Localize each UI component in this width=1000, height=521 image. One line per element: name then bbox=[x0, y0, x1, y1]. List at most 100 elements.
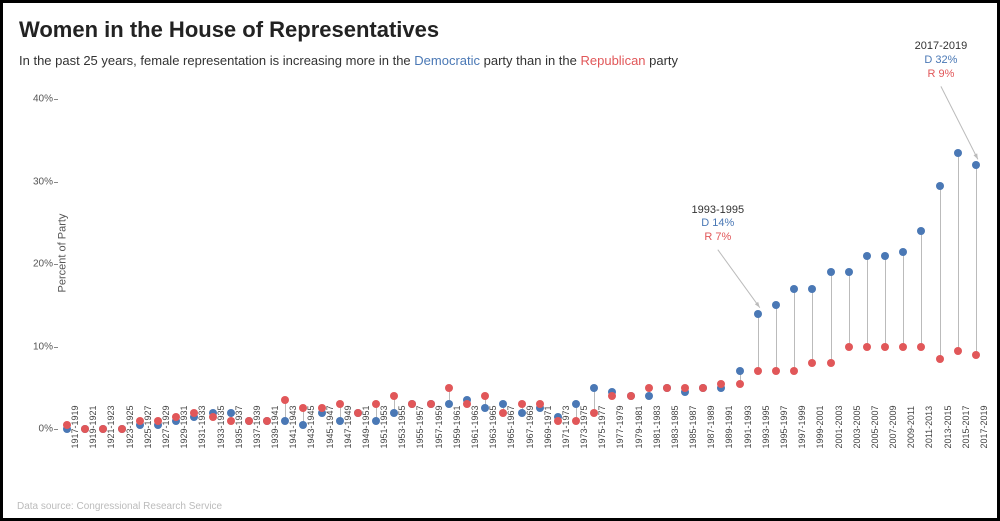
dem-point bbox=[790, 285, 798, 293]
rep-point bbox=[608, 392, 616, 400]
dem-point bbox=[936, 182, 944, 190]
dem-point bbox=[754, 310, 762, 318]
x-tick-label: 1973-1975 bbox=[579, 405, 589, 448]
x-tick-label: 1993-1995 bbox=[761, 405, 771, 448]
y-tick bbox=[54, 182, 58, 183]
dem-point bbox=[863, 252, 871, 260]
rep-point bbox=[681, 384, 689, 392]
chart-area: 0%10%20%30%40%1993-1995D 14%R 7%2017-201… bbox=[58, 83, 979, 463]
rep-point bbox=[936, 355, 944, 363]
x-tick-label: 1975-1977 bbox=[597, 405, 607, 448]
dumbbell-stem bbox=[958, 153, 959, 351]
x-tick-label: 1989-1991 bbox=[724, 405, 734, 448]
x-tick-label: 1939-1941 bbox=[270, 405, 280, 448]
plot-region: 0%10%20%30%40%1993-1995D 14%R 7%2017-201… bbox=[58, 83, 979, 423]
x-tick-label: 1919-1921 bbox=[88, 405, 98, 448]
y-tick-label: 10% bbox=[23, 341, 53, 352]
x-tick-label: 2017-2019 bbox=[979, 405, 989, 448]
rep-point bbox=[627, 392, 635, 400]
rep-point bbox=[954, 347, 962, 355]
dem-point bbox=[954, 149, 962, 157]
x-tick-label: 1943-1945 bbox=[306, 405, 316, 448]
dumbbell-stem bbox=[758, 314, 759, 372]
annotation-dem: D 32% bbox=[901, 54, 981, 68]
x-tick-label: 1983-1985 bbox=[670, 405, 680, 448]
x-tick-label: 1977-1979 bbox=[615, 405, 625, 448]
x-tick-label: 2013-2015 bbox=[943, 405, 953, 448]
x-tick-label: 1917-1919 bbox=[70, 405, 80, 448]
x-tick-label: 1947-1949 bbox=[343, 405, 353, 448]
dem-point bbox=[899, 248, 907, 256]
x-tick-label: 1925-1927 bbox=[143, 405, 153, 448]
x-tick-label: 1985-1987 bbox=[688, 405, 698, 448]
rep-point bbox=[772, 367, 780, 375]
x-tick-label: 1933-1935 bbox=[216, 405, 226, 448]
x-tick-label: 1927-1929 bbox=[161, 405, 171, 448]
x-tick-label: 2009-2011 bbox=[906, 406, 916, 448]
y-tick-label: 40% bbox=[23, 94, 53, 105]
dem-point bbox=[845, 268, 853, 276]
dumbbell-stem bbox=[867, 256, 868, 347]
rep-point bbox=[736, 380, 744, 388]
x-tick-label: 1923-1925 bbox=[125, 405, 135, 448]
chart-frame: Women in the House of Representatives In… bbox=[0, 0, 1000, 521]
annotation-rep: R 7% bbox=[678, 231, 758, 245]
x-tick-label: 1963-1965 bbox=[488, 405, 498, 448]
dumbbell-stem bbox=[812, 289, 813, 363]
x-tick-label: 1931-1933 bbox=[197, 405, 207, 448]
x-tick-label: 1961-1963 bbox=[470, 405, 480, 448]
rep-point bbox=[663, 384, 671, 392]
dumbbell-stem bbox=[885, 256, 886, 347]
rep-point bbox=[445, 384, 453, 392]
dem-point bbox=[772, 301, 780, 309]
x-tick-label: 2005-2007 bbox=[870, 405, 880, 448]
x-tick-label: 1991-1993 bbox=[743, 405, 753, 448]
annotation-arrow bbox=[58, 83, 985, 429]
y-tick-label: 30% bbox=[23, 176, 53, 187]
annotation-dem: D 14% bbox=[678, 217, 758, 231]
x-tick-label: 1999-2001 bbox=[815, 405, 825, 448]
data-source-footer: Data source: Congressional Research Serv… bbox=[17, 501, 222, 512]
y-tick bbox=[54, 264, 58, 265]
x-tick-label: 2003-2005 bbox=[852, 405, 862, 448]
dumbbell-stem bbox=[794, 289, 795, 371]
subtitle-text: In the past 25 years, female representat… bbox=[19, 53, 414, 68]
x-tick-label: 1953-1955 bbox=[397, 405, 407, 448]
dumbbell-stem bbox=[940, 186, 941, 359]
x-tick-label: 1979-1981 bbox=[634, 405, 644, 448]
x-tick-label: 1965-1967 bbox=[506, 405, 516, 448]
rep-point bbox=[390, 392, 398, 400]
annotation-period: 2017-2019 bbox=[901, 40, 981, 54]
x-axis-labels: 1917-19191919-19211921-19231923-19251925… bbox=[58, 423, 979, 463]
rep-point bbox=[972, 351, 980, 359]
rep-point bbox=[645, 384, 653, 392]
rep-point bbox=[827, 359, 835, 367]
subtitle-text: party than in the bbox=[480, 53, 580, 68]
x-tick-label: 1955-1957 bbox=[415, 405, 425, 448]
dumbbell-stem bbox=[976, 165, 977, 354]
x-tick-label: 1937-1939 bbox=[252, 405, 262, 448]
y-tick-label: 0% bbox=[23, 424, 53, 435]
annotation: 2017-2019D 32%R 9% bbox=[901, 40, 981, 81]
x-tick-label: 1921-1923 bbox=[106, 405, 116, 448]
y-tick-label: 20% bbox=[23, 259, 53, 270]
dem-point bbox=[645, 392, 653, 400]
annotation-rep: R 9% bbox=[901, 68, 981, 82]
x-tick-label: 1981-1983 bbox=[652, 405, 662, 448]
x-tick-label: 1969-1971 bbox=[543, 405, 553, 448]
x-tick-label: 1959-1961 bbox=[452, 405, 462, 448]
dem-point bbox=[917, 227, 925, 235]
dumbbell-stem bbox=[831, 272, 832, 363]
dem-point bbox=[590, 384, 598, 392]
x-tick-label: 1929-1931 bbox=[179, 405, 189, 448]
rep-point bbox=[717, 380, 725, 388]
y-tick bbox=[54, 99, 58, 100]
x-tick-label: 1971-1973 bbox=[561, 405, 571, 448]
x-tick-label: 1967-1969 bbox=[525, 405, 535, 448]
chart-subtitle: In the past 25 years, female representat… bbox=[19, 53, 981, 68]
annotation: 1993-1995D 14%R 7% bbox=[678, 204, 758, 245]
x-tick-label: 1935-1937 bbox=[234, 405, 244, 448]
annotation-arrow bbox=[58, 83, 985, 429]
header: Women in the House of Representatives In… bbox=[3, 3, 997, 72]
dumbbell-stem bbox=[776, 305, 777, 371]
